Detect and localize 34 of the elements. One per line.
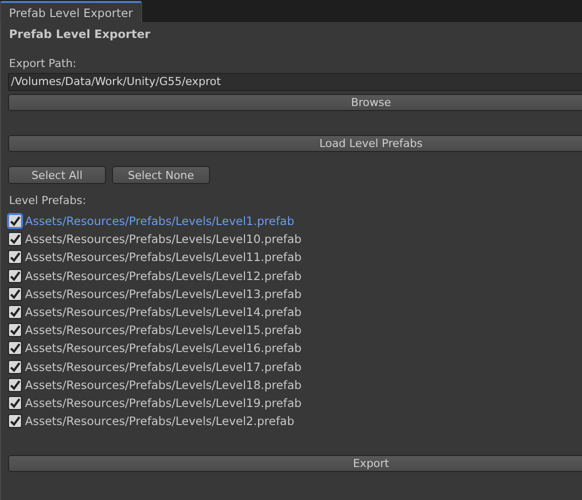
- checkbox[interactable]: [8, 232, 22, 246]
- load-prefabs-button[interactable]: Load Level Prefabs: [8, 135, 582, 152]
- prefab-list-item[interactable]: Assets/Resources/Prefabs/Levels/Level1.prefab: [25, 214, 294, 228]
- prefab-list-item[interactable]: Assets/Resources/Prefabs/Levels/Level17.prefab: [25, 360, 302, 374]
- checkbox[interactable]: [8, 268, 22, 283]
- prefab-list-item[interactable]: Assets/Resources/Prefabs/Levels/Level19.prefab: [25, 396, 302, 410]
- checkbox[interactable]: [8, 360, 22, 374]
- checkbox[interactable]: [8, 250, 22, 264]
- prefab-list-item[interactable]: Assets/Resources/Prefabs/Levels/Level12.prefab: [25, 268, 302, 283]
- browse-button[interactable]: Browse: [8, 94, 582, 111]
- checkbox[interactable]: [8, 286, 22, 301]
- checkbox[interactable]: [8, 396, 22, 410]
- checkbox[interactable]: [8, 305, 22, 320]
- prefab-list-item[interactable]: Assets/Resources/Prefabs/Levels/Level16.prefab: [25, 341, 302, 356]
- prefab-list-item[interactable]: Assets/Resources/Prefabs/Levels/Level18.prefab: [25, 378, 302, 392]
- checkbox[interactable]: [8, 341, 22, 356]
- prefab-list-item[interactable]: Assets/Resources/Prefabs/Levels/Level15.prefab: [25, 323, 302, 338]
- window-tab[interactable]: Prefab Level Exporter: [0, 1, 142, 22]
- prefab-list-item[interactable]: Assets/Resources/Prefabs/Levels/Level11.prefab: [25, 250, 302, 264]
- prefab-list-item[interactable]: Assets/Resources/Prefabs/Levels/Level13.prefab: [25, 286, 302, 301]
- checkbox[interactable]: [8, 214, 22, 228]
- checkbox[interactable]: [8, 414, 22, 428]
- select-none-button[interactable]: Select None: [112, 166, 210, 184]
- window-title: Prefab Level Exporter: [9, 27, 152, 41]
- prefab-list-item[interactable]: Assets/Resources/Prefabs/Levels/Level14.prefab: [25, 305, 302, 320]
- export-path-field[interactable]: /Volumes/Data/Work/Unity/G55/exprot: [8, 73, 582, 91]
- list-label: Level Prefabs:: [9, 194, 88, 207]
- select-all-button[interactable]: Select All: [8, 166, 106, 184]
- export-button[interactable]: Export: [8, 455, 582, 472]
- checkbox[interactable]: [8, 323, 22, 338]
- prefab-list-item[interactable]: Assets/Resources/Prefabs/Levels/Level10.prefab: [25, 232, 302, 246]
- checkbox[interactable]: [8, 378, 22, 392]
- export-path-label: Export Path:: [9, 57, 78, 70]
- prefab-list-item[interactable]: Assets/Resources/Prefabs/Levels/Level2.prefab: [25, 414, 294, 428]
